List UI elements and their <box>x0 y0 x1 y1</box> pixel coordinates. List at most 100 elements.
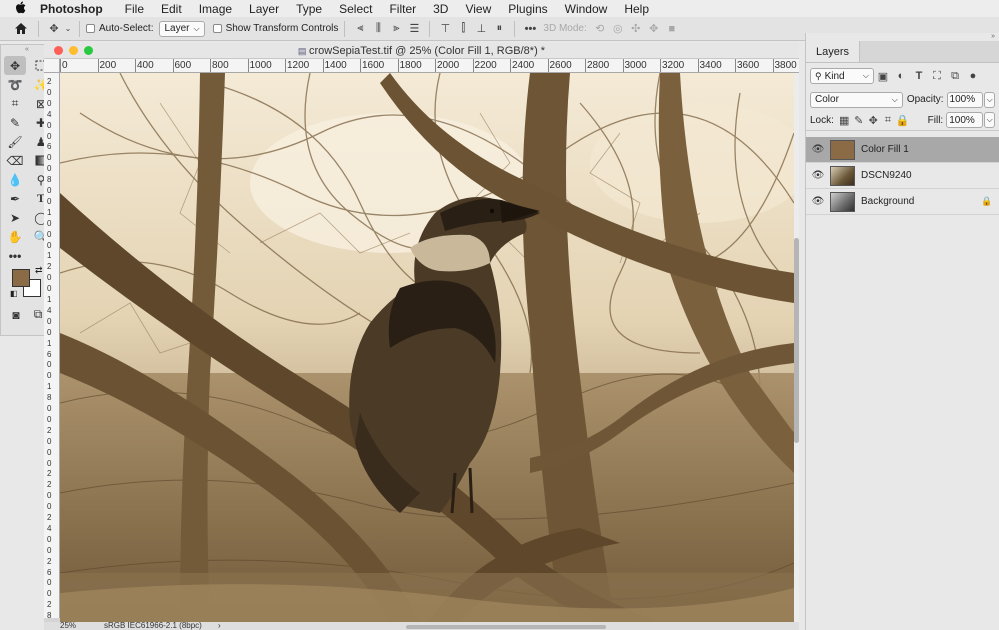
more-options-icon[interactable]: ••• <box>521 20 539 38</box>
align-center-h-icon[interactable]: ⫼ <box>369 20 387 38</box>
opacity-field[interactable]: 100% <box>946 91 984 108</box>
vertical-scrollbar[interactable] <box>794 73 799 622</box>
ruler-tick-label: 0 <box>47 273 52 283</box>
menu-view[interactable]: View <box>465 2 491 16</box>
home-icon[interactable] <box>10 20 32 38</box>
layers-panel: » Layers ⚲ Kind ⌵ ▣ ◐ T ⛶ ⧉ ● Color ⌵ Op… <box>805 33 999 630</box>
canvas-image-sepia-crow[interactable] <box>60 73 794 622</box>
lock-position-icon[interactable]: ✥ <box>866 111 881 129</box>
tab-layers[interactable]: Layers <box>806 41 861 62</box>
ruler-tick-label: 2400 <box>512 60 535 71</box>
3d-slide-icon[interactable]: ✥ <box>645 20 663 38</box>
horizontal-scroll-thumb[interactable] <box>406 625 606 629</box>
layer-row-background[interactable]: 👁 Background 🔒 <box>806 189 999 215</box>
lock-all-icon[interactable]: 🔒 <box>895 111 910 129</box>
ruler-tick-label: 6 <box>47 349 52 359</box>
filter-adjustment-icon[interactable]: ◐ <box>892 67 910 85</box>
zoom-level[interactable]: 25% <box>60 622 76 630</box>
eyedropper-tool-icon[interactable]: ✎ <box>4 113 26 132</box>
brush-tool-icon[interactable]: 🖌 <box>4 132 26 151</box>
ruler-tick-label: 0 <box>47 404 52 413</box>
swap-colors-icon[interactable]: ⇄ <box>35 265 43 276</box>
layer-row-dscn9240[interactable]: 👁 DSCN9240 <box>806 163 999 189</box>
ruler-tick-label: 3400 <box>699 60 722 71</box>
layer-row-color-fill[interactable]: 👁 Color Fill 1 <box>806 137 999 163</box>
app-menu[interactable]: Photoshop <box>40 2 103 16</box>
blend-mode-dropdown[interactable]: Color ⌵ <box>810 91 903 108</box>
menu-edit[interactable]: Edit <box>161 2 182 16</box>
ruler-tick-label: 0 <box>47 414 52 424</box>
lock-transparent-pixels-icon[interactable]: ▦ <box>837 111 852 129</box>
apple-menu-icon[interactable] <box>0 1 40 17</box>
ruler-tick-label: 0 <box>47 589 52 599</box>
filter-shape-icon[interactable]: ⛶ <box>928 67 946 85</box>
3d-video-icon[interactable]: ■ <box>663 20 681 38</box>
show-transform-checkbox[interactable] <box>212 24 222 33</box>
fill-chevron-icon[interactable]: ⌵ <box>984 112 995 128</box>
crop-tool-icon[interactable]: ⌗ <box>4 94 26 113</box>
ruler-tick-label: 0 <box>47 534 52 544</box>
align-middle-v-icon[interactable]: ⫿ <box>454 20 472 38</box>
panel-grip-icon[interactable]: » <box>806 33 999 41</box>
menu-image[interactable]: Image <box>199 2 232 16</box>
visibility-eye-icon[interactable]: 👁 <box>806 144 830 155</box>
ruler-tick-mark <box>285 59 286 72</box>
move-tool-icon[interactable]: ✥ <box>45 20 63 38</box>
filter-smart-object-icon[interactable]: ⧉ <box>946 67 964 85</box>
opacity-chevron-icon[interactable]: ⌵ <box>984 91 995 108</box>
3d-pan-icon[interactable]: ✣ <box>627 20 645 38</box>
layer-thumbnail <box>830 191 855 212</box>
default-colors-icon[interactable]: ◧ <box>10 289 18 298</box>
fill-field[interactable]: 100% <box>946 112 984 128</box>
menu-type[interactable]: Type <box>296 2 322 16</box>
align-right-icon[interactable]: ⫸ <box>387 20 405 38</box>
menu-layer[interactable]: Layer <box>249 2 279 16</box>
filter-pixel-icon[interactable]: ▣ <box>874 67 892 85</box>
menu-window[interactable]: Window <box>565 2 608 16</box>
status-menu-chevron-icon[interactable]: › <box>218 622 221 630</box>
pen-tool-icon[interactable]: ✒ <box>4 189 26 208</box>
3d-orbit-icon[interactable]: ⟲ <box>591 20 609 38</box>
ruler-tick-label: 1 <box>47 338 52 348</box>
menu-file[interactable]: File <box>125 2 144 16</box>
lasso-tool-icon[interactable]: ➰ <box>4 75 26 94</box>
menu-filter[interactable]: Filter <box>389 2 416 16</box>
auto-select-dropdown[interactable]: Layer ⌵ <box>159 20 205 37</box>
vertical-scroll-thumb[interactable] <box>794 238 799 443</box>
lock-artboard-icon[interactable]: ⌗ <box>881 111 896 129</box>
eraser-tool-icon[interactable]: ⌫ <box>4 151 26 170</box>
move-tool-icon[interactable]: ✥ <box>4 56 26 75</box>
lock-image-pixels-icon[interactable]: ✎ <box>851 111 866 129</box>
menu-help[interactable]: Help <box>624 2 649 16</box>
align-top-icon[interactable]: ⊤ <box>436 20 454 38</box>
distribute-h-icon[interactable]: ☰ <box>405 20 423 38</box>
filter-kind-dropdown[interactable]: ⚲ Kind ⌵ <box>810 68 874 84</box>
ruler-tick-mark <box>210 59 211 72</box>
menu-3d[interactable]: 3D <box>433 2 448 16</box>
menu-plugins[interactable]: Plugins <box>508 2 547 16</box>
auto-select-checkbox[interactable] <box>86 24 95 33</box>
ruler-tick-label: 600 <box>174 60 192 71</box>
visibility-eye-icon[interactable]: 👁 <box>806 170 830 181</box>
filter-toggle-icon[interactable]: ● <box>964 67 982 85</box>
menu-select[interactable]: Select <box>339 2 372 16</box>
panel-tabs: Layers <box>806 41 999 63</box>
ruler-tick-label: 0 <box>47 164 52 174</box>
hand-tool-icon[interactable]: ✋ <box>4 227 26 246</box>
tool-preset-chevron-icon[interactable]: ⌄ <box>63 20 73 38</box>
align-left-icon[interactable]: ⫷ <box>351 20 369 38</box>
divider <box>344 20 346 37</box>
align-bottom-icon[interactable]: ⊥ <box>472 20 490 38</box>
3d-roll-icon[interactable]: ◎ <box>609 20 627 38</box>
path-selection-tool-icon[interactable]: ➤ <box>4 208 26 227</box>
distribute-v-icon[interactable]: ⏸ <box>490 20 508 38</box>
filter-type-icon[interactable]: T <box>910 67 928 85</box>
blur-tool-icon[interactable]: 💧 <box>4 170 26 189</box>
edit-toolbar-icon[interactable]: ••• <box>4 246 26 265</box>
visibility-eye-icon[interactable]: 👁 <box>806 196 830 207</box>
foreground-color-swatch[interactable] <box>12 269 30 287</box>
ruler-tick-label: 0 <box>47 87 52 97</box>
ruler-origin[interactable] <box>44 59 60 73</box>
document-titlebar: ▤ crowSepiaTest.tif @ 25% (Color Fill 1,… <box>44 43 799 59</box>
quick-mask-icon[interactable]: ◙ <box>5 305 27 324</box>
